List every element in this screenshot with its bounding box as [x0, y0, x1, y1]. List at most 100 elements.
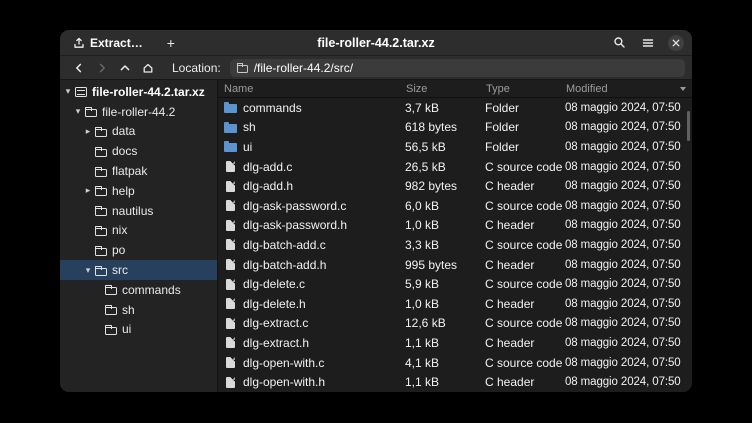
file-name: dlg-open-with.h — [243, 375, 325, 389]
file-type: Folder — [485, 101, 565, 115]
location-entry[interactable] — [230, 59, 685, 77]
file-name: sh — [243, 120, 256, 134]
tree-item-label: flatpak — [112, 164, 147, 178]
hamburger-icon — [642, 37, 654, 49]
file-name: dlg-batch-add.h — [243, 258, 326, 272]
folder-icon — [95, 228, 107, 236]
table-row[interactable]: dlg-batch-add.c 3,3 kB C source code 08 … — [218, 235, 692, 255]
search-button[interactable] — [610, 34, 628, 52]
file-icon — [226, 161, 235, 172]
file-modified: 08 maggio 2024, 07:50 — [565, 121, 692, 133]
chevron-right-icon — [96, 62, 108, 74]
file-modified: 08 maggio 2024, 07:50 — [565, 278, 692, 290]
sidebar-item-commands[interactable]: commands — [60, 280, 217, 300]
file-size: 4,1 kB — [405, 356, 485, 370]
table-row[interactable]: dlg-ask-password.c 6,0 kB C source code … — [218, 196, 692, 216]
column-header-name[interactable]: Name — [218, 83, 405, 95]
folder-icon — [95, 268, 107, 276]
file-modified: 08 maggio 2024, 07:50 — [565, 376, 692, 388]
file-name-cell: sh — [218, 120, 405, 134]
file-size: 1,1 kB — [405, 375, 485, 389]
sidebar-item-data[interactable]: data — [60, 122, 217, 142]
sidebar-item-sh[interactable]: sh — [60, 300, 217, 320]
column-header-modified[interactable]: Modified — [565, 83, 692, 95]
file-name: dlg-ask-password.h — [243, 218, 347, 232]
file-size: 618 bytes — [405, 120, 485, 134]
table-row[interactable]: dlg-extract.h 1,1 kB C header 08 maggio … — [218, 333, 692, 353]
file-list: Name Size Type Modified commands 3,7 kB … — [218, 80, 692, 392]
file-name-cell: dlg-batch-add.h — [218, 258, 405, 272]
tree-item-label: sh — [122, 303, 135, 317]
tree-item-label: docs — [112, 144, 137, 158]
vertical-scrollbar[interactable] — [687, 111, 690, 141]
table-row[interactable]: sh 618 bytes Folder 08 maggio 2024, 07:5… — [218, 118, 692, 138]
expander-icon[interactable] — [73, 107, 83, 116]
file-name: dlg-add.c — [243, 160, 292, 174]
sidebar-item-src[interactable]: src — [60, 260, 217, 280]
titlebar: Extract… + file-roller-44.2.tar.xz — [60, 30, 692, 56]
table-row[interactable]: dlg-delete.c 5,9 kB C source code 08 mag… — [218, 274, 692, 294]
table-row[interactable]: ui 56,5 kB Folder 08 maggio 2024, 07:50 — [218, 137, 692, 157]
up-button[interactable] — [113, 58, 136, 78]
file-type: C header — [485, 297, 565, 311]
file-type: C header — [485, 375, 565, 389]
table-row[interactable]: dlg-add.h 982 bytes C header 08 maggio 2… — [218, 176, 692, 196]
table-row[interactable]: dlg-open-with.c 4,1 kB C source code 08 … — [218, 353, 692, 373]
table-row[interactable]: dlg-batch-add.h 995 bytes C header 08 ma… — [218, 255, 692, 275]
sidebar-item-nix[interactable]: nix — [60, 221, 217, 241]
sidebar-item-ui[interactable]: ui — [60, 320, 217, 340]
folder-icon — [105, 307, 117, 315]
expander-icon[interactable] — [83, 127, 93, 136]
home-button[interactable] — [136, 58, 159, 78]
file-name: dlg-extract.c — [243, 316, 308, 330]
table-row[interactable]: dlg-add.c 26,5 kB C source code 08 maggi… — [218, 157, 692, 177]
expander-icon[interactable] — [63, 87, 73, 96]
folder-icon — [95, 188, 107, 196]
new-tab-button[interactable]: + — [160, 35, 182, 51]
folder-icon — [95, 208, 107, 216]
plus-icon: + — [167, 35, 175, 51]
file-name-cell: ui — [218, 140, 405, 154]
sidebar-item-file-roller-44.2.tar.xz[interactable]: file-roller-44.2.tar.xz — [60, 82, 217, 102]
column-header-size[interactable]: Size — [405, 83, 485, 95]
file-size: 3,3 kB — [405, 238, 485, 252]
file-size: 6,0 kB — [405, 199, 485, 213]
sidebar-item-docs[interactable]: docs — [60, 141, 217, 161]
navigation-toolbar: Location: — [60, 56, 692, 80]
file-type: Folder — [485, 140, 565, 154]
menu-button[interactable] — [639, 34, 657, 52]
folder-icon — [105, 287, 117, 295]
sidebar-item-help[interactable]: help — [60, 181, 217, 201]
file-modified: 08 maggio 2024, 07:50 — [565, 102, 692, 114]
sidebar-item-file-roller-44.2[interactable]: file-roller-44.2 — [60, 102, 217, 122]
file-icon — [226, 239, 235, 250]
location-input[interactable] — [254, 61, 678, 75]
column-header-type[interactable]: Type — [485, 83, 565, 95]
sidebar-item-nautilus[interactable]: nautilus — [60, 201, 217, 221]
file-modified: 08 maggio 2024, 07:50 — [565, 180, 692, 192]
expander-icon[interactable] — [83, 186, 93, 195]
file-modified: 08 maggio 2024, 07:50 — [565, 259, 692, 271]
expander-icon[interactable] — [83, 266, 93, 275]
table-row[interactable]: dlg-open-with.h 1,1 kB C header 08 maggi… — [218, 372, 692, 392]
tree-item-label: data — [112, 124, 135, 138]
file-icon — [226, 337, 235, 348]
back-button[interactable] — [67, 58, 90, 78]
close-button[interactable] — [668, 35, 684, 51]
file-name-cell: dlg-delete.c — [218, 277, 405, 291]
sidebar-item-flatpak[interactable]: flatpak — [60, 161, 217, 181]
table-row[interactable]: dlg-extract.c 12,6 kB C source code 08 m… — [218, 314, 692, 334]
sidebar-item-po[interactable]: po — [60, 240, 217, 260]
table-row[interactable]: dlg-ask-password.h 1,0 kB C header 08 ma… — [218, 216, 692, 236]
table-row[interactable]: commands 3,7 kB Folder 08 maggio 2024, 0… — [218, 98, 692, 118]
file-list-body: commands 3,7 kB Folder 08 maggio 2024, 0… — [218, 98, 692, 392]
file-modified: 08 maggio 2024, 07:50 — [565, 357, 692, 369]
folder-icon — [85, 109, 97, 117]
extract-button[interactable]: Extract… — [68, 34, 148, 52]
forward-button[interactable] — [90, 58, 113, 78]
file-modified: 08 maggio 2024, 07:50 — [565, 200, 692, 212]
table-row[interactable]: dlg-delete.h 1,0 kB C header 08 maggio 2… — [218, 294, 692, 314]
main-area: file-roller-44.2.tar.xz file-roller-44.2… — [60, 80, 692, 392]
file-name-cell: dlg-ask-password.c — [218, 199, 405, 213]
home-icon — [142, 62, 154, 74]
